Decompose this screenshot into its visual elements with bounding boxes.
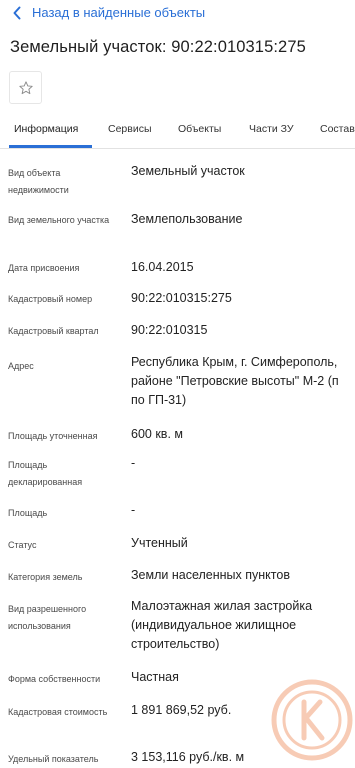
- permitted-use-value: Малоэтажная жилая застройка (индивидуаль…: [131, 597, 355, 654]
- land-category-value: Земли населенных пунктов: [131, 568, 290, 582]
- specific-indicator-label: Удельный показатель: [8, 754, 99, 764]
- area-specified-value: 600 кв. м: [131, 427, 183, 441]
- page: Назад в найденные объекты Земельный учас…: [0, 0, 355, 768]
- address-value: Республика Крым, г. Симферополь, районе …: [131, 353, 355, 410]
- object-type-label: Вид объекта недвижимости: [8, 168, 69, 195]
- area-value: -: [131, 503, 136, 517]
- favorite-button[interactable]: [9, 71, 42, 104]
- cadastral-value-label: Кадастровая стоимость: [8, 707, 108, 717]
- cadastral-quarter-value: 90:22:010315: [131, 323, 208, 337]
- cadastral-number-value: 90:22:010315:275: [131, 291, 232, 305]
- address-line: районе "Петровские высоты" М-2 (п: [131, 374, 339, 388]
- status-value: Учтенный: [131, 536, 188, 550]
- specific-indicator-value: 3 153,116 руб./кв. м: [131, 750, 245, 764]
- permitted-use-line: (индивидуальное жилищное: [131, 618, 297, 632]
- area-declared-value: -: [131, 456, 136, 470]
- tab-bar: Информация Сервисы Объекты Части ЗУ Сост…: [0, 114, 355, 149]
- area-specified-label: Площадь уточненная: [8, 431, 98, 441]
- land-category-label: Категория земель: [8, 572, 83, 582]
- tab-information[interactable]: Информация: [14, 123, 78, 135]
- cadastral-value-value: 1 891 869,52 руб.: [131, 703, 232, 717]
- active-tab-indicator: [9, 145, 92, 148]
- land-type-label: Вид земельного участка: [8, 215, 110, 225]
- status-label: Статус: [8, 540, 37, 550]
- back-link-label[interactable]: Назад в найденные объекты: [32, 5, 205, 20]
- tab-services[interactable]: Сервисы: [108, 123, 152, 135]
- tab-zu-parts[interactable]: Части ЗУ: [249, 123, 294, 135]
- address-line: Республика Крым, г. Симферополь,: [131, 355, 338, 369]
- chevron-left-icon: [13, 6, 21, 19]
- address-line: по ГП-31): [131, 393, 187, 407]
- tab-objects[interactable]: Объекты: [178, 123, 221, 135]
- back-to-results-link[interactable]: Назад в найденные объекты: [12, 5, 205, 20]
- area-declared-label: Площадь декларированная: [8, 460, 83, 487]
- page-title: Земельный участок: 90:22:010315:275: [10, 38, 306, 56]
- permitted-use-line: Малоэтажная жилая застройка: [131, 599, 313, 613]
- tab-composition[interactable]: Состав: [320, 123, 355, 135]
- object-type-value: Земельный участок: [131, 164, 245, 178]
- ownership-label: Форма собственности: [8, 674, 101, 684]
- assign-date-value: 16.04.2015: [131, 260, 194, 274]
- ownership-value: Частная: [131, 670, 179, 684]
- cadastral-number-label: Кадастровый номер: [8, 294, 93, 304]
- address-label: Адрес: [8, 361, 34, 371]
- permitted-use-line: строительство): [131, 637, 220, 651]
- permitted-use-label: Вид разрешенного использования: [8, 604, 87, 631]
- area-label: Площадь: [8, 508, 48, 518]
- cadastral-quarter-label: Кадастровый квартал: [8, 326, 99, 336]
- land-type-value: Землепользование: [131, 212, 243, 226]
- star-icon: [18, 80, 33, 94]
- assign-date-label: Дата присвоения: [8, 263, 80, 273]
